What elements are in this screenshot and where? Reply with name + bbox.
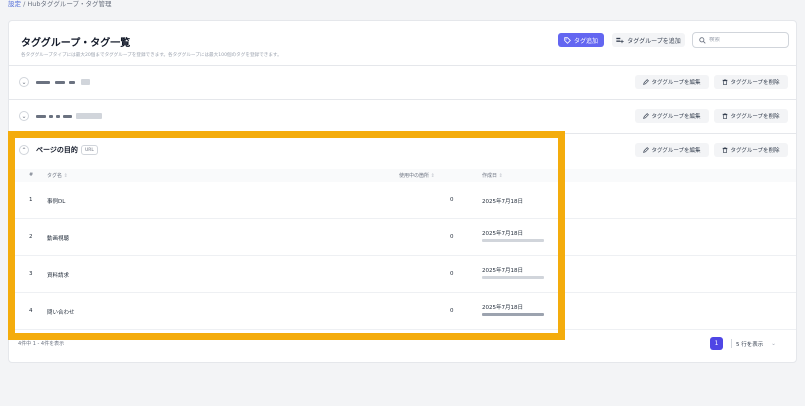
edit-tag-group-button[interactable]: タググループを編集: [635, 75, 709, 89]
tag-group-row[interactable]: ⌄ タググループを編集 タググループを削除: [9, 65, 796, 99]
table-row[interactable]: 3 資料請求 0 2025年7月18日: [9, 256, 796, 293]
redacted-group-name: [36, 81, 50, 84]
row-number: 4: [29, 308, 33, 314]
tag-group-card: タググループ・タグ一覧 各タググループタイプには最大20個までタググループを登録…: [8, 20, 797, 363]
tag-group-row-page-purpose[interactable]: ⌃ ページの目的 URL タググループを編集 タググループを削除: [9, 133, 796, 167]
add-tag-group-button[interactable]: タググループを追加: [612, 33, 685, 47]
add-tag-label: タグ追加: [573, 37, 598, 45]
delete-tag-group-button[interactable]: タググループを削除: [714, 75, 788, 89]
created-date: 2025年7月18日: [482, 231, 523, 237]
redacted-group-name: [36, 115, 46, 118]
pagination-summary: 4件中 1 - 4件を表示: [18, 341, 65, 347]
redacted-group-name: [63, 115, 72, 118]
created-date: 2025年7月18日: [482, 305, 523, 311]
usage-count: 0: [450, 271, 454, 277]
chevron-down-icon: ⌄: [771, 340, 776, 347]
edit-tag-group-label: タググループを編集: [651, 114, 701, 120]
search-input[interactable]: [709, 37, 784, 43]
table-row[interactable]: 1 事例DL 0 2025年7月18日: [9, 182, 796, 219]
edit-tag-group-label: タググループを編集: [651, 148, 701, 154]
row-number: 3: [29, 271, 33, 277]
redacted-group-name: [56, 115, 60, 118]
tag-group-name: ページの目的: [36, 146, 78, 154]
column-header-label: タグ名: [47, 173, 63, 179]
sort-icon: ⇕: [63, 173, 68, 179]
breadcrumb-current: Hubタググループ・タグ管理: [27, 0, 112, 8]
pencil-icon: [643, 113, 650, 119]
delete-tag-group-label: タググループを削除: [730, 114, 780, 120]
tag-group-type-badge: URL: [81, 145, 98, 155]
trash-icon: [723, 79, 728, 85]
delete-tag-group-label: タググループを削除: [730, 80, 780, 86]
chevron-down-icon[interactable]: ⌄: [19, 111, 29, 121]
page-button-current[interactable]: 1: [710, 337, 723, 350]
created-date: 2025年7月18日: [482, 268, 523, 274]
column-header-label: 使用中の箇所: [399, 173, 430, 179]
edit-tag-group-label: タググループを編集: [651, 80, 701, 86]
redacted-time: [482, 313, 544, 316]
redacted-group-name: [69, 81, 75, 84]
breadcrumb: 設定 / Hubタググループ・タグ管理: [8, 0, 111, 8]
usage-count: 0: [450, 308, 454, 314]
column-header-number: #: [29, 172, 34, 178]
breadcrumb-separator: /: [23, 0, 26, 8]
row-number: 2: [29, 234, 33, 240]
edit-tag-group-button[interactable]: タググループを編集: [635, 109, 709, 123]
table-row[interactable]: 2 動画視聴 0 2025年7月18日: [9, 219, 796, 256]
chevron-up-icon[interactable]: ⌃: [19, 145, 29, 155]
redacted-group-badge: [76, 113, 102, 119]
redacted-group-badge: [81, 79, 90, 85]
trash-icon: [723, 113, 728, 119]
pencil-icon: [643, 147, 650, 153]
tag-name: 資料請求: [47, 273, 70, 279]
trash-icon: [723, 147, 728, 153]
tag-icon: [564, 36, 571, 44]
add-tag-button[interactable]: タグ追加: [558, 33, 604, 47]
created-date: 2025年7月18日: [482, 199, 523, 205]
delete-tag-group-label: タググループを削除: [730, 148, 780, 154]
page-size-label: 5 行を表示: [736, 341, 764, 348]
column-header-created[interactable]: 作成日 ⇕: [482, 172, 503, 179]
tag-name: 動画視聴: [47, 236, 70, 242]
add-tag-group-label: タググループを追加: [627, 37, 681, 45]
redacted-time: [482, 239, 544, 242]
search-box: [692, 32, 789, 48]
tag-table-header: # タグ名 ⇕ 使用中の箇所 ⇕ 作成日 ⇕: [9, 169, 796, 182]
pencil-icon: [643, 79, 650, 85]
page-description: 各タググループタイプには最大20個までタググループを登録できます。各タググループ…: [21, 53, 282, 58]
divider: [731, 339, 732, 348]
column-header-label: 作成日: [482, 173, 498, 179]
chevron-down-icon[interactable]: ⌄: [19, 77, 29, 87]
tag-group-row[interactable]: ⌄ タググループを編集 タググループを削除: [9, 99, 796, 133]
redacted-group-name: [55, 81, 65, 84]
usage-count: 0: [450, 197, 454, 203]
row-number: 1: [29, 197, 33, 203]
redacted-group-name: [49, 115, 53, 118]
table-row[interactable]: 4 問い合わせ 0 2025年7月18日: [9, 293, 796, 330]
tag-name: 問い合わせ: [47, 310, 75, 316]
add-group-icon: [616, 37, 624, 43]
page-size-select[interactable]: 5 行を表示 ⌄: [731, 337, 776, 350]
column-header-usage[interactable]: 使用中の箇所 ⇕: [399, 172, 435, 179]
edit-tag-group-button[interactable]: タググループを編集: [635, 143, 709, 157]
delete-tag-group-button[interactable]: タググループを削除: [714, 143, 788, 157]
delete-tag-group-button[interactable]: タググループを削除: [714, 109, 788, 123]
search-icon: [699, 36, 706, 44]
page-title: タググループ・タグ一覧: [21, 38, 131, 49]
column-header-tag-name[interactable]: タグ名 ⇕: [47, 172, 68, 179]
breadcrumb-root-link[interactable]: 設定: [8, 0, 21, 8]
sort-icon: ⇕: [430, 173, 435, 179]
sort-icon: ⇕: [498, 173, 503, 179]
usage-count: 0: [450, 234, 454, 240]
tag-name: 事例DL: [47, 199, 66, 205]
redacted-time: [482, 276, 544, 279]
